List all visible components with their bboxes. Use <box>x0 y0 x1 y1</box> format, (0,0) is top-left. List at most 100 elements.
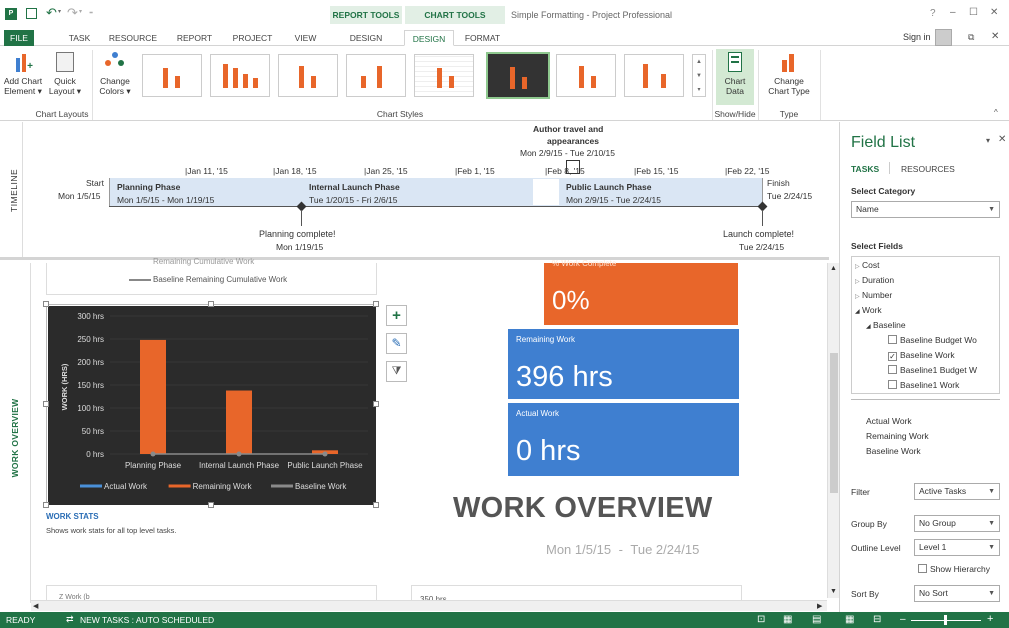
chart-data-button[interactable]: Chart Data <box>716 49 754 105</box>
tree-item-baseline[interactable]: ◢ Baseline <box>866 320 906 330</box>
resize-handle[interactable] <box>373 502 379 508</box>
resize-handle[interactable] <box>43 502 49 508</box>
field-checkbox-item[interactable]: Baseline Budget Wo <box>888 335 977 345</box>
tab-tasks[interactable]: TASKS <box>851 164 879 174</box>
undo-dropdown-icon[interactable]: ▾ <box>58 8 61 15</box>
sortby-dropdown[interactable]: No Sort ▼ <box>914 585 1000 602</box>
tab-chart-format[interactable]: FORMAT <box>460 30 505 46</box>
scroll-left-icon[interactable]: ◀ <box>33 602 38 610</box>
tree-item-work[interactable]: ◢ Work <box>855 305 882 315</box>
close-doc-icon[interactable]: ✕ <box>991 31 999 42</box>
add-chart-element-button[interactable]: + Add Chart Element ▾ <box>2 52 44 96</box>
timeline-left-border <box>22 122 23 257</box>
field-checkbox-item[interactable]: Baseline1 Work <box>888 380 959 390</box>
tab-view[interactable]: VIEW <box>288 30 323 46</box>
undo-icon[interactable]: ↶ <box>46 5 57 21</box>
sign-in-link[interactable]: Sign in <box>903 32 931 42</box>
restore-icon[interactable]: ⧉ <box>968 32 974 43</box>
status-new-tasks[interactable]: NEW TASKS : AUTO SCHEDULED <box>80 615 214 625</box>
tab-file[interactable]: FILE <box>4 30 34 46</box>
chart-style-thumb-8[interactable] <box>624 54 684 97</box>
project-app-icon[interactable]: P <box>5 8 17 20</box>
category-dropdown[interactable]: Name ▼ <box>851 201 1000 218</box>
scroll-right-icon[interactable]: ▶ <box>817 602 822 610</box>
scroll-up-icon[interactable]: ▲ <box>830 265 837 272</box>
zoom-out-icon[interactable]: – <box>900 614 906 625</box>
quick-layout-button[interactable]: Quick Layout ▾ <box>46 52 84 96</box>
resize-handle[interactable] <box>373 301 379 307</box>
work-chart[interactable]: 0 hrs 50 hrs 100 hrs 150 hrs 200 hrs 250 hrs 3… <box>48 306 376 505</box>
chart-style-thumb-7[interactable] <box>556 54 616 97</box>
help-button[interactable]: ? <box>930 8 936 19</box>
minimize-button[interactable]: – <box>950 7 956 18</box>
groupby-dropdown[interactable]: No Group ▼ <box>914 515 1000 532</box>
chart-style-thumb-2[interactable] <box>210 54 270 97</box>
tab-project[interactable]: PROJECT <box>230 30 275 46</box>
chart-style-thumb-1[interactable] <box>142 54 202 97</box>
actual-work-card[interactable]: Actual Work 0 hrs <box>508 403 739 476</box>
avatar[interactable] <box>935 29 952 46</box>
chart-filters-button[interactable]: ⧩ <box>386 361 407 382</box>
report-tools-context: REPORT TOOLS <box>330 6 402 24</box>
field-checkbox-item[interactable]: ✓ Baseline Work <box>888 350 955 361</box>
tree-item-duration[interactable]: ▷ Duration <box>855 275 894 285</box>
view-task-usage-icon[interactable]: ▤ <box>812 614 821 625</box>
tree-item-number[interactable]: ▷ Number <box>855 290 892 300</box>
zoom-slider-thumb[interactable] <box>944 615 947 625</box>
chart-style-thumb-5[interactable] <box>414 54 474 97</box>
scroll-down-icon[interactable]: ▼ <box>830 588 837 595</box>
save-icon[interactable] <box>26 8 37 19</box>
tab-chart-design[interactable]: DESIGN <box>404 30 454 46</box>
chart-style-thumb-4[interactable] <box>346 54 406 97</box>
resize-handle[interactable] <box>43 401 49 407</box>
chart-elements-button[interactable]: + <box>386 305 407 326</box>
remaining-work-card[interactable]: Remaining Work 396 hrs <box>508 329 739 399</box>
work-chart-selection[interactable]: 0 hrs 50 hrs 100 hrs 150 hrs 200 hrs 250 hrs 3… <box>46 304 376 505</box>
top-chart-fragment[interactable]: Remaining Cumulative Work Baseline Remai… <box>46 257 377 295</box>
redo-icon[interactable]: ↷ <box>67 5 78 21</box>
splitter[interactable] <box>851 399 1000 400</box>
change-colors-button[interactable]: Change Colors ▾ <box>96 52 134 96</box>
timeline-finish-label: Finish <box>767 178 790 188</box>
resize-handle[interactable] <box>43 301 49 307</box>
vertical-scrollbar[interactable]: ▲ ▼ <box>827 263 839 598</box>
scroll-thumb[interactable] <box>830 353 838 493</box>
gallery-scroll[interactable]: ▲ ▼ ▾ <box>692 54 706 97</box>
view-report-icon[interactable]: ⊟ <box>873 614 881 625</box>
collapse-ribbon-icon[interactable]: ^ <box>994 108 998 117</box>
chart-style-thumb-3[interactable] <box>278 54 338 97</box>
selected-field[interactable]: Baseline Work <box>866 446 921 456</box>
change-chart-type-button[interactable]: Change Chart Type <box>762 52 816 96</box>
chart-style-thumb-6-selected[interactable] <box>486 52 550 99</box>
top-chart-legend: Baseline Remaining Cumulative Work <box>153 275 288 284</box>
tab-resources[interactable]: RESOURCES <box>901 164 955 174</box>
customize-qat-icon[interactable]: ₌ <box>89 7 93 16</box>
selected-field[interactable]: Actual Work <box>866 416 912 426</box>
pane-options-icon[interactable]: ▾ <box>986 136 990 145</box>
view-team-planner-icon[interactable]: ▦ <box>845 614 854 625</box>
resize-handle[interactable] <box>208 502 214 508</box>
pct-complete-card[interactable]: % Work Complete 0% <box>544 259 738 325</box>
outline-level-label: Outline Level <box>851 543 901 553</box>
view-shortcut-icon[interactable]: ⊡ <box>757 614 765 625</box>
resize-handle[interactable] <box>208 301 214 307</box>
tab-report-design[interactable]: DESIGN <box>335 30 397 46</box>
tab-task[interactable]: TASK <box>62 30 97 46</box>
tab-resource[interactable]: RESOURCE <box>108 30 158 46</box>
filter-dropdown[interactable]: Active Tasks ▼ <box>914 483 1000 500</box>
redo-dropdown-icon[interactable]: ▾ <box>79 8 82 15</box>
tree-item-cost[interactable]: ▷ Cost <box>855 260 879 270</box>
tab-report[interactable]: REPORT <box>172 30 217 46</box>
selected-field[interactable]: Remaining Work <box>866 431 929 441</box>
show-hierarchy-checkbox[interactable]: Show Hierarchy <box>918 564 990 574</box>
horizontal-scrollbar[interactable]: ◀ ▶ <box>31 600 827 611</box>
field-checkbox-item[interactable]: Baseline1 Budget W <box>888 365 977 375</box>
resize-handle[interactable] <box>373 401 379 407</box>
chart-styles-brush-button[interactable]: ✎ <box>386 333 407 354</box>
pane-close-icon[interactable]: ✕ <box>998 134 1006 145</box>
close-button[interactable]: ✕ <box>990 7 998 18</box>
zoom-in-icon[interactable]: + <box>987 613 993 625</box>
view-gantt-icon[interactable]: ▦ <box>783 614 792 625</box>
outline-level-dropdown[interactable]: Level 1 ▼ <box>914 539 1000 556</box>
maximize-button[interactable]: ☐ <box>969 7 978 18</box>
